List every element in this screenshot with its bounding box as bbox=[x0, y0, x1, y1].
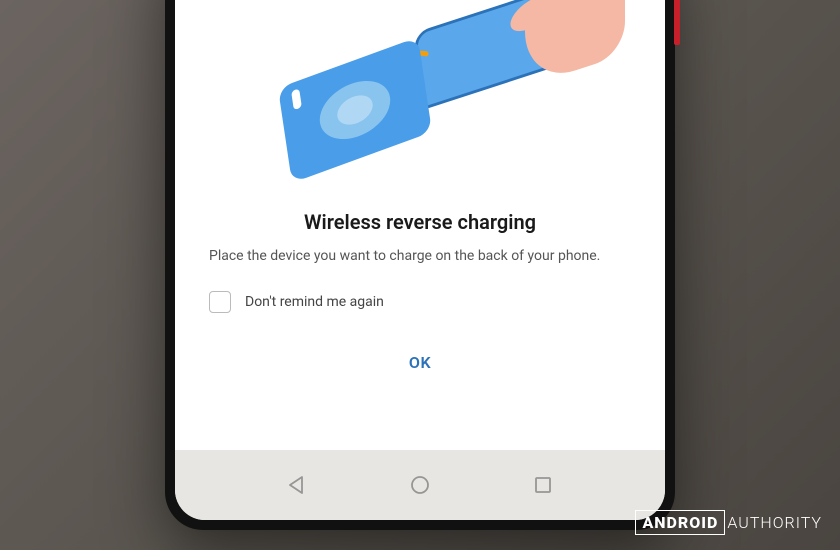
dont-remind-checkbox[interactable] bbox=[209, 291, 231, 313]
dialog-screen: Wireless reverse charging Place the devi… bbox=[175, 0, 665, 450]
phone-back-icon bbox=[278, 37, 432, 183]
dont-remind-row[interactable]: Don't remind me again bbox=[205, 291, 635, 313]
power-button bbox=[674, 0, 680, 45]
home-button[interactable] bbox=[407, 472, 433, 498]
ok-button[interactable]: OK bbox=[205, 343, 635, 382]
dialog-title: Wireless reverse charging bbox=[205, 210, 635, 234]
dont-remind-label: Don't remind me again bbox=[245, 294, 384, 310]
recents-button[interactable] bbox=[530, 472, 556, 498]
back-button[interactable] bbox=[284, 472, 310, 498]
watermark-brand-bold: ANDROID bbox=[635, 510, 725, 535]
hand-holding-phone-icon bbox=[415, 0, 615, 142]
watermark: ANDROIDAUTHORITY bbox=[635, 513, 822, 532]
dialog-body-text: Place the device you want to charge on t… bbox=[205, 246, 635, 267]
phone-inner: Wireless reverse charging Place the devi… bbox=[175, 0, 665, 520]
phone-device-frame: Wireless reverse charging Place the devi… bbox=[165, 0, 675, 530]
reverse-charging-illustration bbox=[205, 0, 635, 190]
android-nav-bar bbox=[175, 450, 665, 520]
watermark-brand-light: AUTHORITY bbox=[727, 513, 822, 532]
